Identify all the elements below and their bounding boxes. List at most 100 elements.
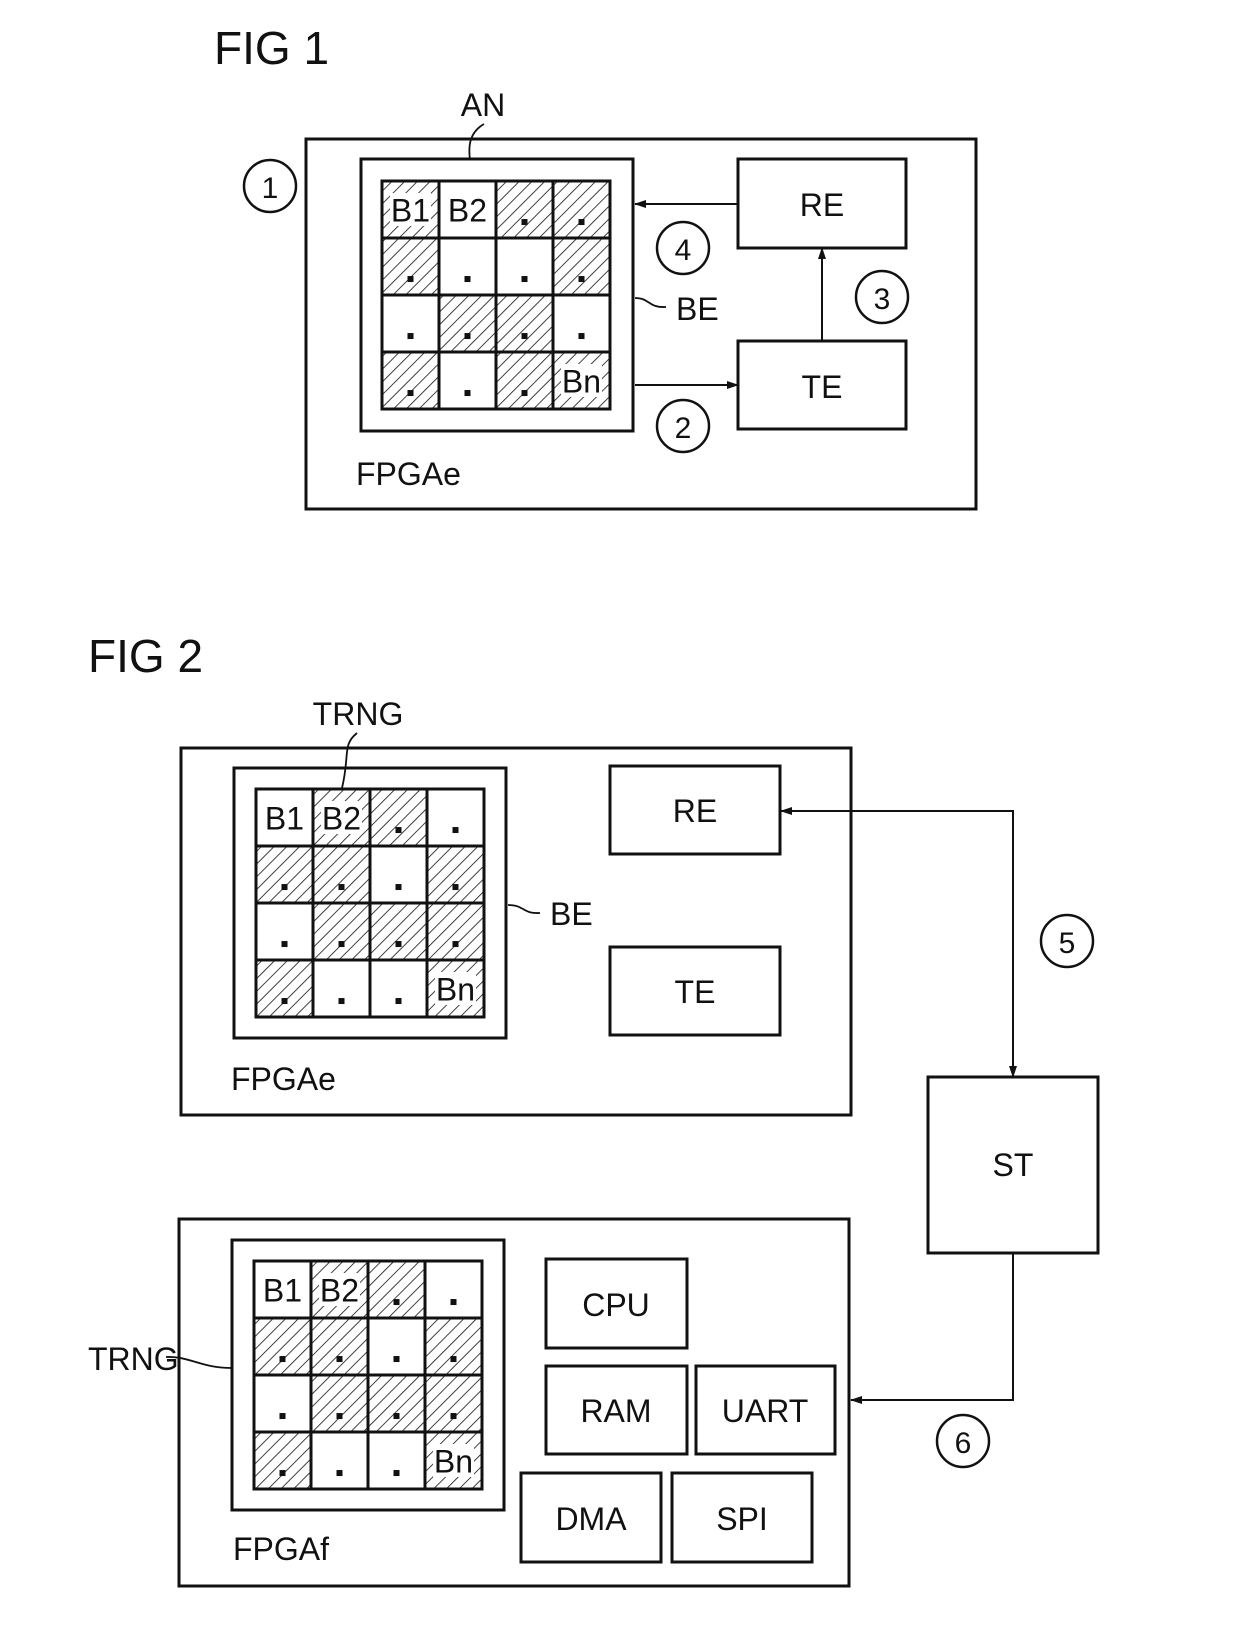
fig2-title: FIG 2 [88,630,203,682]
grid-cell-plain [368,958,429,1019]
grid-cell-hatched [311,901,372,962]
fig2-cpu-label: CPU [582,1287,650,1323]
fig2-step-5: 5 [1039,913,1095,969]
grid-cell-plain [366,1430,427,1491]
grid-cell-dot [521,390,528,397]
fig2-top-be-leader [507,904,541,914]
grid-cell-hatched [252,1430,313,1491]
grid-cell-plain [380,293,441,354]
fig2-bottom-fpga-label: FPGAf [233,1531,329,1567]
fig1-step-1: 1 [242,158,298,214]
fig2-dma-label: DMA [555,1501,627,1537]
fig2-uart-label: UART [722,1393,809,1429]
grid-cell-hatched [311,844,372,905]
grid-cell-dot [450,1299,457,1306]
grid-cell-dot [338,884,345,891]
grid-cell-label: B2 [322,801,361,837]
fig2-bottom-trng-label: TRNG [88,1341,179,1377]
grid-cell-dot [281,941,288,948]
grid-cell-hatched [366,1373,427,1434]
grid-cell-plain [425,787,486,848]
grid-cell-dot [395,998,402,1005]
grid-cell-label: B2 [448,193,487,229]
grid-cell-plain [423,1259,484,1320]
grid-cell-dot [452,827,459,834]
grid-cell-hatched [309,1316,370,1377]
grid-cell-hatched [380,350,441,411]
grid-cell-dot [393,1356,400,1363]
grid-cell-dot [395,827,402,834]
grid-cell-hatched [551,236,612,297]
grid-cell-dot [578,333,585,340]
fig2-bottom-cell-grid: B1 B2 Bn [252,1259,484,1491]
fig2-top-be-label: BE [550,896,593,932]
fig1-step-1-label: 1 [262,172,279,205]
svg-text:3: 3 [874,283,891,316]
fig2-st-label: ST [993,1147,1034,1183]
fig1-an-leader [468,123,485,161]
grid-cell-dot [395,884,402,891]
svg-text:6: 6 [955,1427,972,1460]
svg-text:4: 4 [675,234,692,267]
fig1-an-label: AN [461,87,505,123]
grid-cell-dot [464,390,471,397]
grid-cell-dot [393,1299,400,1306]
grid-cell-hatched [252,1316,313,1377]
grid-cell-plain [254,901,315,962]
fig1-step-4: 4 [655,220,711,276]
grid-cell-dot [393,1470,400,1477]
grid-cell-label: Bn [562,364,601,400]
grid-cell-dot [407,333,414,340]
grid-cell-hatched [494,293,555,354]
grid-cell-dot [338,998,345,1005]
fig1-re-label: RE [800,187,844,223]
grid-cell-hatched [309,1373,370,1434]
fig2-re-label: RE [673,793,717,829]
fig1-cell-grid: B1 B2 Bn [380,179,612,411]
grid-cell-plain [366,1316,427,1377]
grid-cell-dot [450,1413,457,1420]
grid-cell-dot [281,998,288,1005]
grid-cell-hatched [380,236,441,297]
grid-cell-dot [450,1356,457,1363]
grid-cell-dot [578,219,585,226]
grid-cell-label: B1 [391,193,430,229]
grid-cell-hatched [366,1259,427,1320]
fig1-te-label: TE [802,369,843,405]
fig2-step-6: 6 [935,1413,991,1469]
fig2-top-cell-grid: B1 B2 Bn [254,787,486,1019]
grid-cell-label: Bn [436,972,475,1008]
grid-cell-plain [311,958,372,1019]
grid-cell-label: B1 [265,801,304,837]
grid-cell-dot [578,276,585,283]
patent-figures: FIG 1 1 B1 B2 Bn AN BE FPGAe RE TE 4 3 2 F… [88,22,1100,1588]
fig1-step-2: 2 [655,398,711,454]
grid-cell-dot [338,941,345,948]
grid-cell-dot [281,884,288,891]
grid-cell-hatched [437,293,498,354]
grid-cell-dot [393,1413,400,1420]
grid-cell-plain [309,1430,370,1491]
grid-cell-dot [452,884,459,891]
fig2-top-trng-leader [341,732,358,789]
grid-cell-dot [521,333,528,340]
fig2-arrow-st-to-fpgaf [850,1253,1014,1404]
grid-cell-plain [494,236,555,297]
grid-cell-dot [279,1356,286,1363]
grid-cell-hatched [425,844,486,905]
fig1-title: FIG 1 [214,22,329,74]
grid-cell-dot [336,1413,343,1420]
fig2-ram-label: RAM [580,1393,651,1429]
fig2-link-re-st [780,810,1014,1077]
grid-cell-plain [551,293,612,354]
grid-cell-dot [395,941,402,948]
grid-cell-hatched [254,958,315,1019]
grid-cell-plain [252,1373,313,1434]
fig1-be-label: BE [676,291,719,327]
grid-cell-dot [521,219,528,226]
grid-cell-plain [368,844,429,905]
grid-cell-dot [336,1356,343,1363]
fig1-be-leader [634,297,667,308]
grid-cell-hatched [551,179,612,240]
grid-cell-dot [407,390,414,397]
